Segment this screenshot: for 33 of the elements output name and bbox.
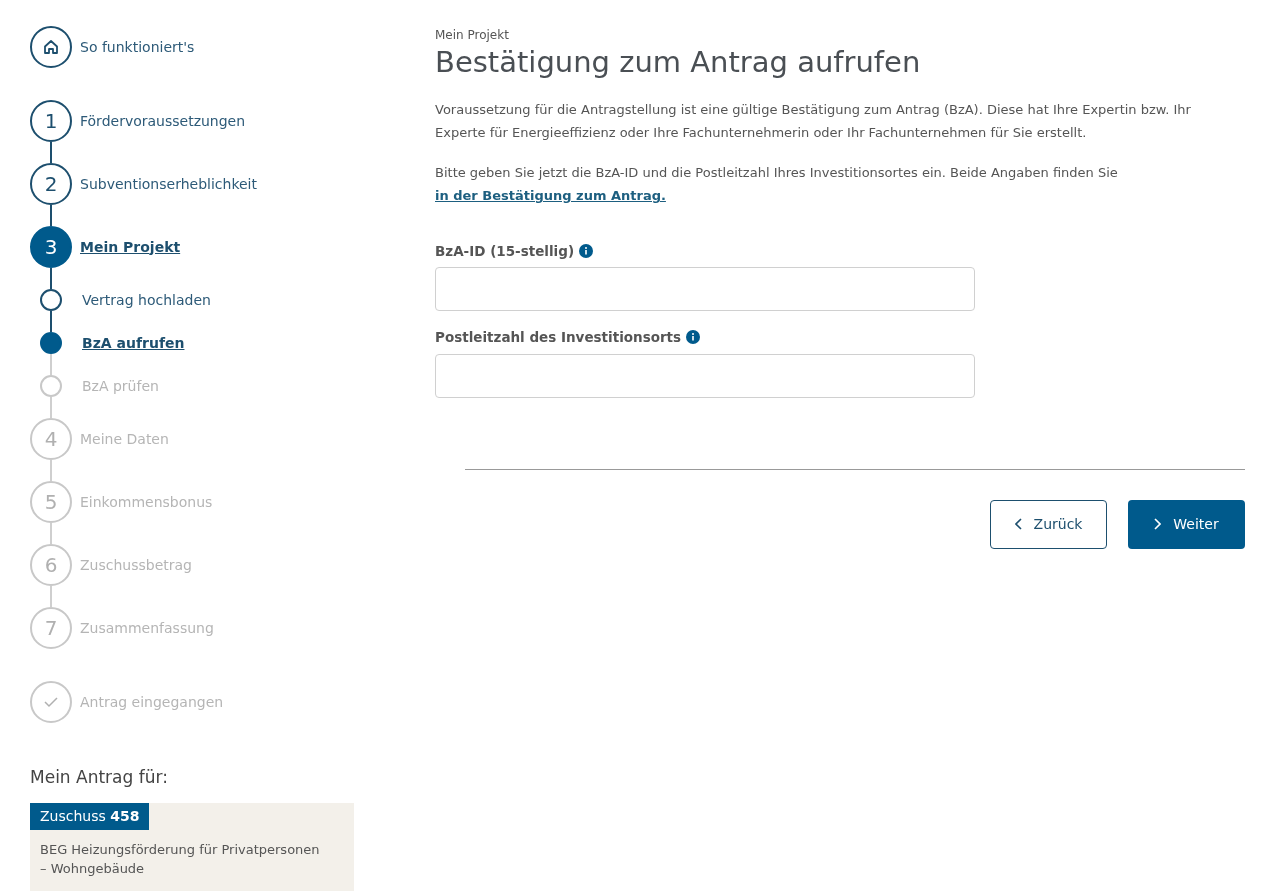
- chevron-left-icon: [1014, 518, 1022, 530]
- home-icon: [43, 39, 59, 55]
- step-number: 5: [30, 481, 72, 523]
- step-number: 7: [30, 607, 72, 649]
- page-title: Bestätigung zum Antrag aufrufen: [435, 44, 922, 80]
- intro-text: Voraussetzung für die Antragstellung ist eine gültige Bestätigung zum Antrag (BzA). Diese hat Ihre Expertin bzw. Ihr Experte für Energieeffizienz oder Ihre Fachunternehmerin oder Ihr Fachunternehmen für Sie erstellt.: [435, 101, 1192, 142]
- next-button[interactable]: Weiter: [1128, 499, 1245, 549]
- confirmation-link[interactable]: in der Bestätigung zum Antrag.: [435, 188, 666, 203]
- instruction-text: Bitte geben Sie jetzt die BzA-ID und die Postleitzahl Ihres Investitionsortes ein. Beide Angaben finden Sie in der Bestätigung zum Antrag.: [435, 164, 1119, 205]
- chevron-right-icon: [1154, 518, 1162, 530]
- step-link[interactable]: Subventionserheblichkeit: [80, 173, 257, 195]
- program-description: BEG Heizungsförderung für Privatpersonen – Wohngebäude: [39, 840, 321, 878]
- field-label: Postleitzahl des Investitionsorts: [435, 328, 682, 348]
- step-number: 4: [30, 418, 72, 460]
- section-heading: Mein Antrag für:: [30, 766, 169, 789]
- back-button[interactable]: Zurück: [990, 499, 1107, 549]
- step-number: 1: [30, 100, 72, 142]
- breadcrumb-label: Mein Projekt: [435, 27, 510, 44]
- step-number: 3: [30, 226, 72, 268]
- step-link[interactable]: Vertrag hochladen: [82, 289, 211, 311]
- info-icon[interactable]: [579, 244, 594, 259]
- grant-badge: Zuschuss 458: [30, 802, 150, 830]
- check-icon: [43, 696, 59, 708]
- info-icon[interactable]: [686, 330, 701, 345]
- step-number: 6: [30, 544, 72, 586]
- step-link[interactable]: Mein Projekt: [80, 236, 181, 258]
- step-link[interactable]: Fördervoraussetzungen: [80, 110, 246, 132]
- step-link[interactable]: BzA aufrufen: [82, 332, 185, 354]
- step-link[interactable]: So funktioniert's: [80, 36, 195, 58]
- text-input[interactable]: [435, 267, 975, 312]
- field-label: BzA-ID (15-stellig): [435, 242, 575, 261]
- step-number: 2: [30, 163, 72, 205]
- text-input[interactable]: [435, 353, 975, 398]
